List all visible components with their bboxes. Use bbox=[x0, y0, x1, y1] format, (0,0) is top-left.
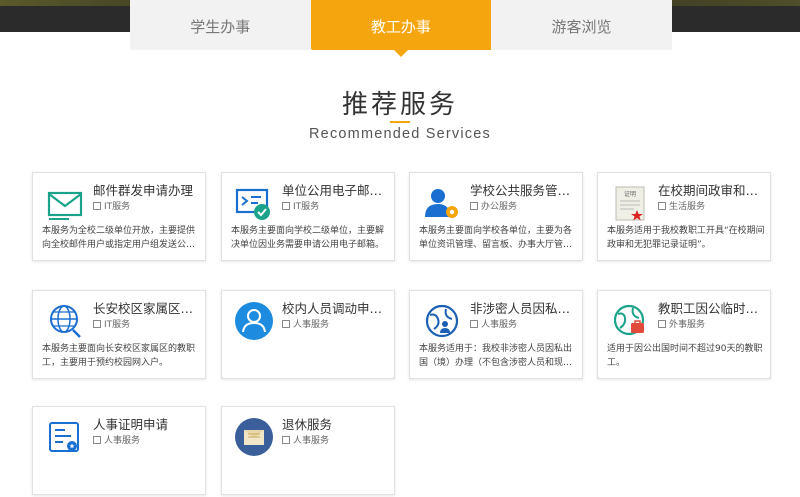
service-category: 办公服务 bbox=[470, 199, 517, 212]
certificate-icon: 证明 bbox=[610, 183, 650, 223]
tab-label: 游客浏览 bbox=[551, 18, 612, 36]
service-desc bbox=[231, 342, 391, 372]
service-desc: 适用于因公出国时间不超过90天的教职工。 bbox=[607, 344, 763, 368]
service-category: 人事服务 bbox=[470, 317, 517, 330]
category-label: IT服务 bbox=[104, 320, 131, 330]
tab-visitor[interactable]: 游客浏览 bbox=[491, 0, 672, 50]
service-card-unit-mail[interactable]: 单位公用电子邮… IT服务 本服务主要面向学校二级单位，主要解决单位因业务需要申… bbox=[221, 172, 395, 261]
service-name: 教职工因公临时… bbox=[658, 301, 759, 316]
tag-icon bbox=[658, 319, 666, 328]
service-card-private-travel[interactable]: 非涉密人员因私… 人事服务 本服务适用于：我校非涉密人员因私出国（境）办理（不包… bbox=[409, 290, 583, 379]
service-card-transfer[interactable]: 校内人员调动申… 人事服务 bbox=[221, 290, 395, 379]
service-desc bbox=[231, 458, 391, 488]
user-gear-icon bbox=[422, 183, 462, 223]
service-category: 人事服务 bbox=[93, 433, 140, 446]
service-card-official-travel[interactable]: 教职工因公临时… 外事服务 适用于因公出国时间不超过90天的教职工。 bbox=[597, 290, 771, 379]
globe-icon bbox=[45, 301, 85, 341]
service-category: IT服务 bbox=[93, 317, 130, 330]
tag-icon bbox=[93, 435, 101, 444]
tab-staff[interactable]: 教工办事 bbox=[310, 0, 492, 57]
tag-icon bbox=[93, 319, 101, 328]
service-desc: 本服务为全校二级单位开放，主要提供向全校邮件用户或指定用户组发送公… bbox=[42, 226, 196, 250]
globe-person-icon bbox=[422, 301, 462, 341]
category-label: 人事服务 bbox=[481, 320, 518, 330]
category-label: 人事服务 bbox=[293, 320, 330, 330]
title-divider bbox=[390, 121, 410, 123]
service-desc: 本服务主要面向学校各单位，主要为各单位资讯管理、留言板、办事大厅管… bbox=[419, 226, 573, 250]
service-name: 学校公共服务管… bbox=[470, 183, 571, 198]
tag-icon bbox=[93, 201, 101, 210]
service-desc: 本服务适用于我校教职工开具“在校期间政审和无犯罪记录证明”。 bbox=[607, 226, 765, 250]
tag-icon bbox=[658, 201, 666, 210]
tag-icon bbox=[282, 435, 290, 444]
service-name: 校内人员调动申… bbox=[282, 301, 383, 316]
section-title: 推荐服务 bbox=[341, 90, 458, 120]
service-name: 在校期间政审和… bbox=[658, 183, 759, 198]
category-label: IT服务 bbox=[104, 202, 131, 212]
service-name: 人事证明申请 bbox=[93, 417, 169, 432]
service-card-public-service[interactable]: 学校公共服务管… 办公服务 本服务主要面向学校各单位，主要为各单位资讯管理、留言… bbox=[409, 172, 583, 261]
service-category: 生活服务 bbox=[658, 199, 705, 212]
service-card-campus-network[interactable]: 长安校区家属区… IT服务 本服务主要面向长安校区家属区的教职工，主要用于预约校… bbox=[32, 290, 206, 379]
service-category: 人事服务 bbox=[282, 317, 329, 330]
tab-student[interactable]: 学生办事 bbox=[130, 0, 311, 50]
tag-icon bbox=[282, 319, 290, 328]
person-icon bbox=[234, 301, 274, 341]
service-desc: 本服务适用于：我校非涉密人员因私出国（境）办理（不包含涉密人员和现… bbox=[419, 344, 573, 368]
tag-icon bbox=[470, 319, 478, 328]
service-name: 非涉密人员因私… bbox=[470, 301, 571, 316]
service-card-hr-certificate[interactable]: 人事证明申请 人事服务 bbox=[32, 406, 206, 495]
mail-check-icon bbox=[234, 183, 274, 223]
service-desc: 本服务主要面向学校二级单位，主要解决单位因业务需要申请公用电子邮箱。 bbox=[231, 226, 385, 250]
service-desc: 本服务主要面向长安校区家属区的教职工，主要用于预约校园网入户。 bbox=[42, 344, 196, 368]
service-card-certificate[interactable]: 证明 在校期间政审和… 生活服务 本服务适用于我校教职工开具“在校期间政审和无犯… bbox=[597, 172, 771, 261]
id-card-icon bbox=[45, 417, 85, 457]
service-card-mass-mail[interactable]: 邮件群发申请办理 IT服务 本服务为全校二级单位开放，主要提供向全校邮件用户或指… bbox=[32, 172, 206, 261]
category-label: 办公服务 bbox=[481, 202, 518, 212]
service-category: 人事服务 bbox=[282, 433, 329, 446]
envelope-open-icon bbox=[234, 417, 274, 457]
service-category: IT服务 bbox=[282, 199, 319, 212]
section-subtitle: Recommended Services bbox=[309, 126, 491, 142]
category-label: 外事服务 bbox=[669, 320, 706, 330]
tag-icon bbox=[282, 201, 290, 210]
tab-label: 教工办事 bbox=[370, 18, 431, 36]
service-name: 邮件群发申请办理 bbox=[93, 183, 194, 198]
mail-icon bbox=[45, 183, 85, 223]
category-label: IT服务 bbox=[293, 202, 320, 212]
service-card-retirement[interactable]: 退休服务 人事服务 bbox=[221, 406, 395, 495]
category-label: 人事服务 bbox=[104, 436, 141, 446]
service-category: IT服务 bbox=[93, 199, 130, 212]
tab-label: 学生办事 bbox=[190, 18, 251, 36]
service-desc bbox=[42, 458, 202, 488]
role-tabs: 学生办事 教工办事 游客浏览 bbox=[130, 0, 672, 57]
category-label: 人事服务 bbox=[293, 436, 330, 446]
category-label: 生活服务 bbox=[669, 202, 706, 212]
service-name: 单位公用电子邮… bbox=[282, 183, 383, 198]
service-name: 长安校区家属区… bbox=[93, 301, 194, 316]
globe-briefcase-icon bbox=[610, 301, 650, 341]
svg-text:证明: 证明 bbox=[624, 191, 636, 198]
service-name: 退休服务 bbox=[282, 417, 333, 432]
tag-icon bbox=[470, 201, 478, 210]
service-category: 外事服务 bbox=[658, 317, 705, 330]
